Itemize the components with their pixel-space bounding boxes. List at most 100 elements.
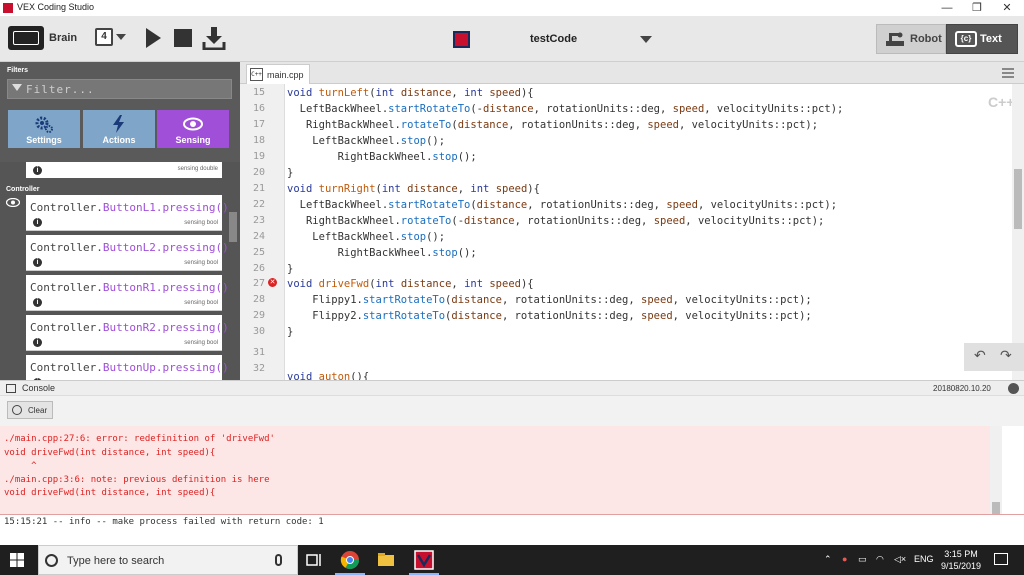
project-dropdown-icon[interactable]	[640, 36, 652, 43]
editor-scrollbar[interactable]	[1012, 84, 1024, 380]
block-buttonr2-pressing[interactable]: Controller.ButtonR2.pressing() i sensing…	[26, 315, 229, 351]
block-sensing-double[interactable]: i sensing double	[26, 162, 222, 178]
tray-chevron-icon[interactable]: ⌃	[824, 554, 832, 565]
block-buttonup-pressing[interactable]: Controller.ButtonUp.pressing() i sensing…	[26, 355, 229, 380]
code-line: RightBackWheel.rotateTo(distance, rotati…	[287, 119, 819, 131]
code-line: LeftBackWheel.startRotateTo(distance, ro…	[287, 199, 838, 211]
vex-coding-studio-icon[interactable]	[414, 550, 434, 570]
code-line: Flippy2.startRotateTo(distance, rotation…	[287, 310, 812, 322]
file-explorer-icon[interactable]	[376, 550, 396, 570]
microphone-icon[interactable]	[275, 554, 282, 566]
clear-label: Clear	[28, 406, 48, 415]
notification-icon[interactable]	[994, 553, 1008, 565]
stop-icon[interactable]	[174, 29, 192, 47]
window-titlebar: VEX Coding Studio — ❐ ✕	[0, 0, 1024, 16]
chrome-icon[interactable]	[340, 550, 360, 570]
palette-scrollbar[interactable]	[229, 212, 237, 242]
redo-icon[interactable]: ↷	[1000, 347, 1012, 364]
text-mode-label: Text	[980, 33, 1002, 45]
filter-icon	[12, 84, 22, 95]
code-line: LeftBackWheel.startRotateTo(-distance, r…	[287, 103, 844, 115]
block-kind: sensing bool	[184, 220, 218, 226]
console-toolbar: Clear	[0, 396, 1024, 426]
robot-mode-label: Robot	[910, 33, 942, 45]
download-icon[interactable]	[202, 26, 226, 50]
category-actions[interactable]: Actions	[83, 110, 155, 148]
tray-clock[interactable]: 3:15 PM 9/15/2019	[940, 548, 982, 572]
cpp-watermark: C++	[988, 94, 1015, 110]
line-number: 16	[252, 103, 265, 114]
window-title: VEX Coding Studio	[17, 2, 95, 12]
version-label: 20180820.10.20	[933, 384, 991, 393]
taskbar-search[interactable]: Type here to search	[38, 545, 298, 575]
code-line: void turnLeft(int distance, int speed){	[287, 87, 534, 99]
tray-volume-icon[interactable]: ◁×	[894, 554, 906, 565]
brain-device-icon[interactable]	[8, 26, 44, 50]
filter-input[interactable]	[26, 81, 226, 97]
category-settings[interactable]: Settings	[8, 110, 80, 148]
vex-app-icon	[3, 3, 13, 13]
console-header[interactable]: Console 20180820.10.20	[0, 380, 1024, 396]
section-label-controller: Controller	[6, 186, 40, 193]
eye-icon[interactable]	[6, 198, 20, 207]
minimize-button[interactable]: —	[932, 0, 962, 16]
code-line: Flippy1.startRotateTo(distance, rotation…	[287, 294, 812, 306]
filters-label: Filters	[7, 67, 29, 74]
close-button[interactable]: ✕	[992, 0, 1022, 16]
undo-icon[interactable]: ↶	[974, 347, 986, 364]
console-line: void driveFwd(int distance, int speed){	[4, 448, 216, 458]
clock-date: 9/15/2019	[940, 561, 982, 571]
block-code: Controller.ButtonL2.pressing()	[30, 241, 229, 254]
port-selector[interactable]: 4	[95, 28, 113, 46]
clear-button[interactable]: Clear	[7, 401, 53, 419]
settings-icon[interactable]	[1008, 383, 1019, 394]
filter-box[interactable]	[7, 79, 232, 99]
console-line: void driveFwd(int distance, int speed){	[4, 488, 216, 498]
block-code: Controller.ButtonR1.pressing()	[30, 281, 229, 294]
console-line: ^	[4, 461, 37, 471]
clear-icon	[12, 405, 22, 415]
maximize-button[interactable]: ❐	[962, 0, 992, 16]
console-scrollbar[interactable]	[990, 426, 1002, 514]
port-dropdown-icon[interactable]	[116, 34, 126, 40]
tray-alert-icon[interactable]: ●	[842, 554, 847, 564]
line-number: 25	[252, 247, 265, 258]
block-code: Controller.ButtonUp.pressing()	[30, 361, 229, 374]
code-line: RightBackWheel.stop();	[287, 151, 477, 163]
block-buttonr1-pressing[interactable]: Controller.ButtonR1.pressing() i sensing…	[26, 275, 229, 311]
info-icon[interactable]: i	[33, 218, 42, 227]
project-name[interactable]: testCode	[530, 33, 577, 45]
device-label[interactable]: Brain	[49, 32, 77, 44]
windows-start-icon[interactable]	[10, 553, 24, 567]
line-number: 24	[252, 231, 265, 242]
category-sensing-label: Sensing	[175, 135, 211, 145]
line-number: 20	[252, 167, 265, 178]
info-icon[interactable]: i	[33, 166, 42, 175]
tray-network-icon[interactable]: ▭	[858, 554, 867, 565]
block-kind: sensing bool	[184, 300, 218, 306]
error-icon[interactable]: ✕	[268, 278, 277, 287]
console-icon	[6, 384, 16, 393]
info-icon[interactable]: i	[33, 298, 42, 307]
info-icon[interactable]: i	[33, 258, 42, 267]
console-line: ./main.cpp:27:6: error: redefinition of …	[4, 434, 275, 444]
eye-icon	[183, 117, 203, 131]
run-icon[interactable]	[146, 28, 161, 48]
search-placeholder: Type here to search	[67, 555, 165, 567]
code-line: }	[287, 326, 294, 338]
block-buttonl2-pressing[interactable]: Controller.ButtonL2.pressing() i sensing…	[26, 235, 229, 271]
code-line: }	[287, 263, 294, 275]
tray-wifi-icon[interactable]: ◠	[876, 554, 884, 565]
category-sensing[interactable]: Sensing	[157, 110, 229, 148]
text-mode-button[interactable]: {c} Text	[946, 24, 1018, 54]
menu-icon[interactable]	[1002, 68, 1014, 78]
task-view-icon[interactable]	[304, 550, 324, 570]
tab-main-cpp[interactable]: C++ main.cpp	[246, 64, 310, 84]
line-number: 17	[252, 119, 265, 130]
block-buttonl1-pressing[interactable]: Controller.ButtonL1.pressing() i sensing…	[26, 195, 229, 231]
line-number: 15	[252, 87, 265, 98]
tray-language[interactable]: ENG	[914, 554, 934, 564]
info-icon[interactable]: i	[33, 338, 42, 347]
console-output[interactable]: ./main.cpp:27:6: error: redefinition of …	[0, 426, 990, 514]
robot-mode-button[interactable]: Robot	[876, 24, 946, 54]
